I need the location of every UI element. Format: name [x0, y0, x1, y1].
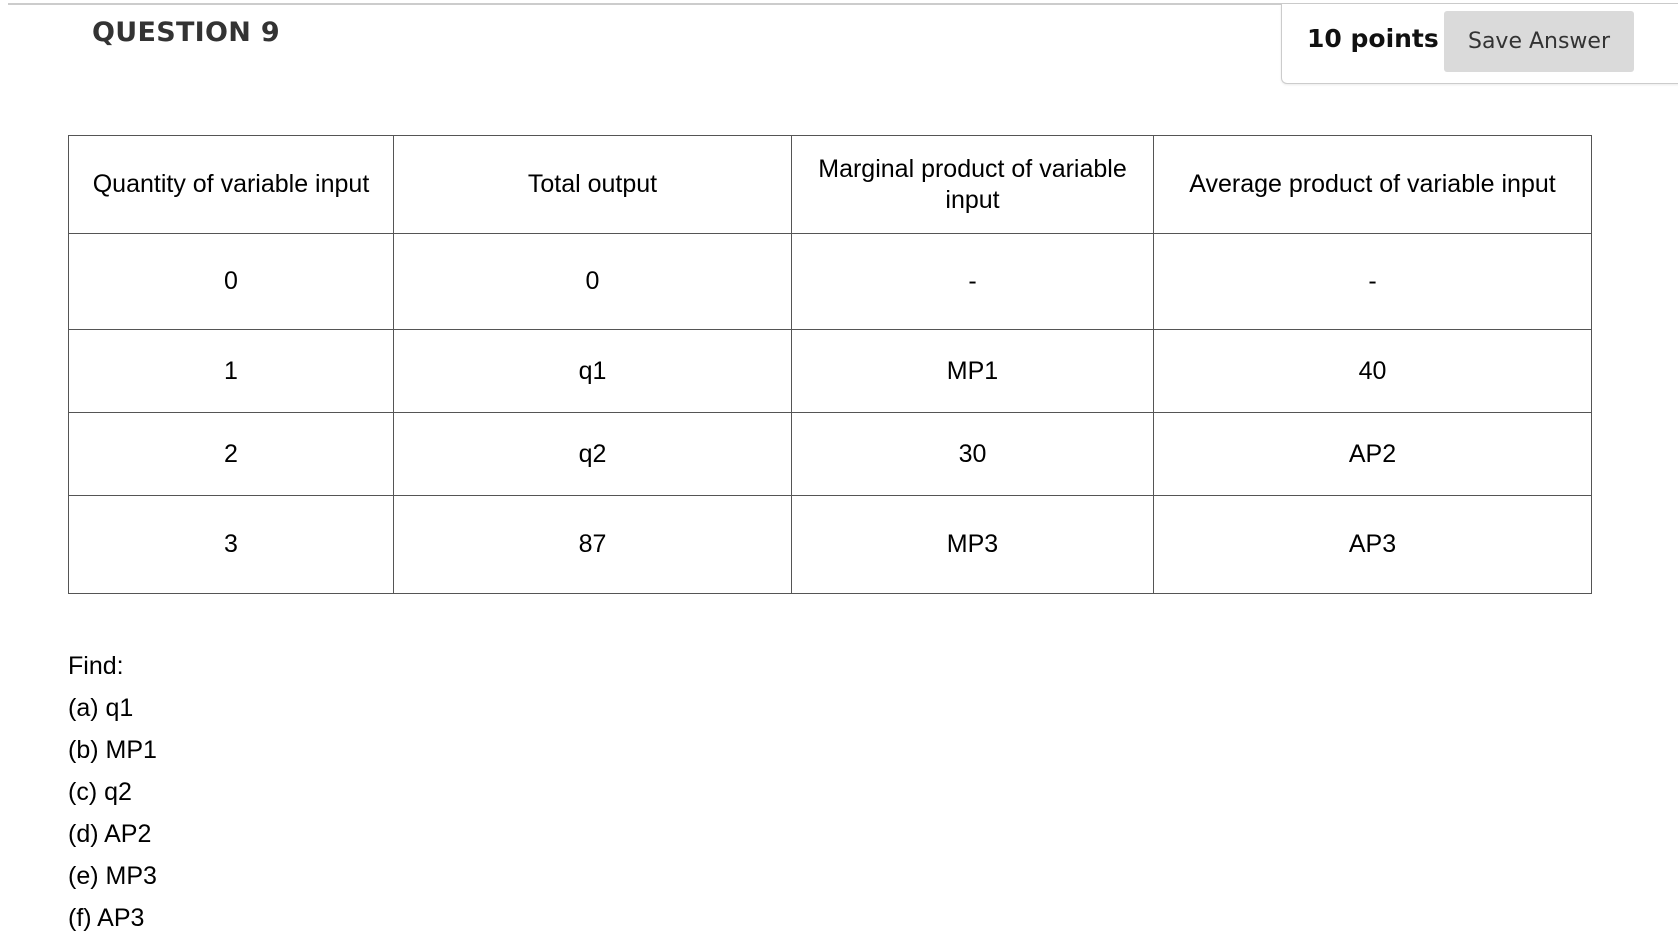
header-cell: Quantity of variable input — [68, 135, 394, 234]
table-cell: 2 — [68, 412, 394, 496]
table-header-row: Quantity of variable input Total output … — [68, 135, 1592, 234]
table-cell: 1 — [68, 329, 394, 413]
save-answer-button[interactable]: Save Answer — [1444, 11, 1634, 72]
table-cell: 40 — [1153, 329, 1592, 413]
question-title: QUESTION 9 — [92, 17, 280, 48]
table-row: 1 q1 MP1 40 — [68, 329, 1592, 413]
table-cell: q2 — [393, 412, 792, 496]
header-cell: Total output — [393, 135, 792, 234]
find-item: (d) AP2 — [68, 820, 152, 848]
find-item: (c) q2 — [68, 778, 132, 806]
find-item: (e) MP3 — [68, 862, 157, 890]
table-cell: 30 — [791, 412, 1154, 496]
table-cell: AP2 — [1153, 412, 1592, 496]
table-row: 0 0 - - — [68, 233, 1592, 330]
find-list: Find: (a) q1 (b) MP1 (c) q2 (d) AP2 (e) … — [68, 645, 157, 939]
points-panel: 10 points Save Answer — [1281, 4, 1678, 84]
header-cell: Average product of variable input — [1153, 135, 1592, 234]
find-item: (f) AP3 — [68, 904, 145, 932]
table-cell: - — [791, 233, 1154, 330]
header-cell: Marginal product of variable input — [791, 135, 1154, 234]
table-row: 2 q2 30 AP2 — [68, 412, 1592, 496]
table-cell: MP1 — [791, 329, 1154, 413]
find-label: Find: — [68, 652, 124, 680]
find-item: (a) q1 — [68, 694, 134, 722]
table-row: 3 87 MP3 AP3 — [68, 495, 1592, 594]
table-cell: MP3 — [791, 495, 1154, 594]
table-cell: AP3 — [1153, 495, 1592, 594]
points-value: 10 points — [1307, 24, 1439, 53]
table-cell: 0 — [68, 233, 394, 330]
production-table: Quantity of variable input Total output … — [68, 135, 1592, 594]
table-cell: 87 — [393, 495, 792, 594]
table-cell: q1 — [393, 329, 792, 413]
table-cell: 0 — [393, 233, 792, 330]
table-cell: - — [1153, 233, 1592, 330]
table-cell: 3 — [68, 495, 394, 594]
find-item: (b) MP1 — [68, 736, 157, 764]
